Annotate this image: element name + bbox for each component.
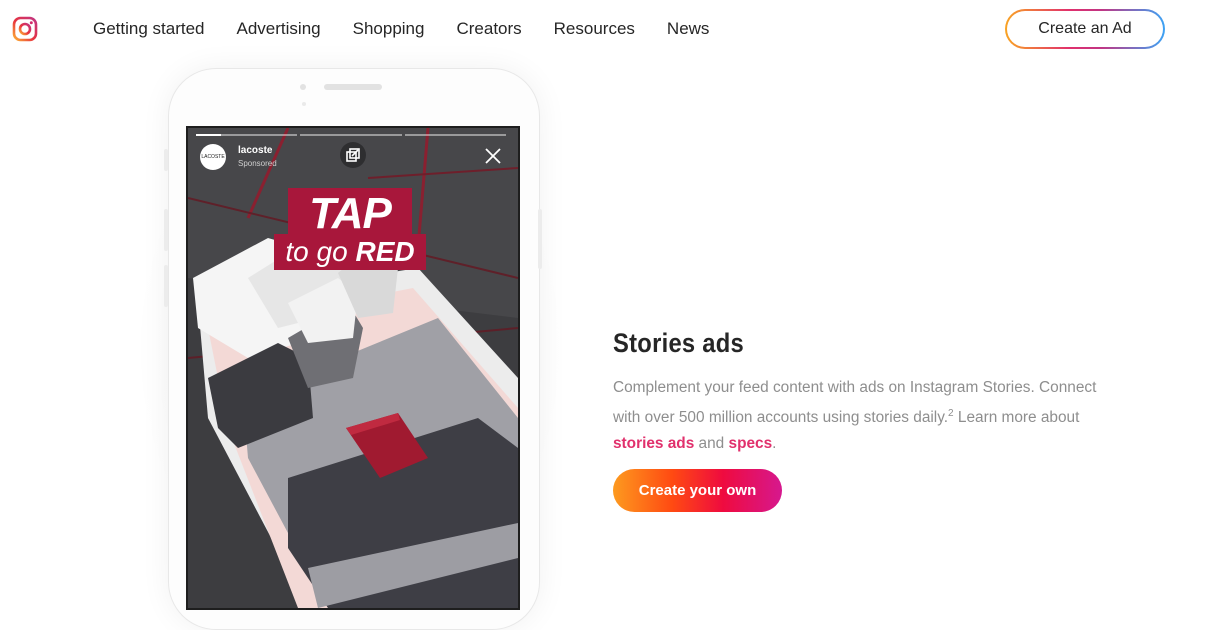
nav-links: Getting started Advertising Shopping Cre… xyxy=(93,19,741,39)
nav-link-creators[interactable]: Creators xyxy=(456,19,521,39)
stories-ads-link[interactable]: stories ads xyxy=(613,435,694,452)
nav-link-news[interactable]: News xyxy=(667,19,710,39)
desc-text-3: and xyxy=(694,435,729,453)
nav-link-advertising[interactable]: Advertising xyxy=(237,19,321,39)
section-title: Stories ads xyxy=(613,328,745,358)
create-an-ad-button[interactable]: Create an Ad xyxy=(1005,9,1165,49)
nav-link-resources[interactable]: Resources xyxy=(554,19,635,39)
phone-camera xyxy=(300,84,306,90)
story-progress-bar xyxy=(196,134,506,136)
progress-segment xyxy=(404,134,506,136)
create-your-own-button[interactable]: Create your own xyxy=(613,469,782,512)
instagram-logo-icon[interactable] xyxy=(12,16,38,42)
tap-to-go-red-headline: TAP xyxy=(288,188,412,240)
phone-speaker xyxy=(324,84,382,90)
story-screen[interactable]: LACOSTE lacoste Sponsored TAP to go RED xyxy=(186,126,520,610)
share-icon[interactable] xyxy=(340,142,366,168)
tap-to-go-red-subline: to go RED xyxy=(274,234,426,270)
phone-power-button xyxy=(538,209,542,269)
phone-sensor xyxy=(302,102,306,106)
phone-side-button xyxy=(164,149,168,171)
desc-text-4: . xyxy=(772,435,777,453)
progress-segment xyxy=(196,134,298,136)
progress-segment xyxy=(300,134,402,136)
story-username[interactable]: lacoste xyxy=(238,145,272,156)
top-nav: Getting started Advertising Shopping Cre… xyxy=(0,0,1213,58)
phone-volume-down xyxy=(164,265,168,307)
close-icon[interactable] xyxy=(484,147,502,165)
nav-link-shopping[interactable]: Shopping xyxy=(353,19,425,39)
nav-link-getting-started[interactable]: Getting started xyxy=(93,19,205,39)
specs-link[interactable]: specs xyxy=(729,435,773,452)
story-sponsored-label: Sponsored xyxy=(238,159,277,168)
desc-text-2: Learn more about xyxy=(953,409,1080,427)
tap-sub-prefix: to go xyxy=(285,236,348,267)
phone-mockup: LACOSTE lacoste Sponsored TAP to go RED xyxy=(164,68,542,630)
tap-sub-bold: RED xyxy=(355,236,415,267)
create-an-ad-label: Create an Ad xyxy=(1007,11,1163,47)
section-description: Complement your feed content with ads on… xyxy=(613,375,1123,457)
story-avatar[interactable]: LACOSTE xyxy=(200,144,226,170)
phone-volume-up xyxy=(164,209,168,251)
